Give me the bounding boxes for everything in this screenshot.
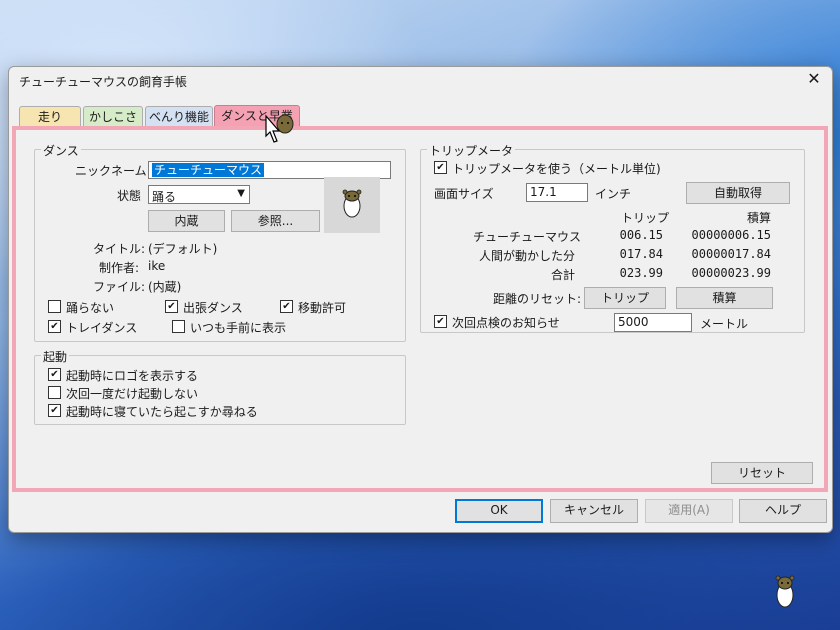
hand-cursor-icon	[265, 114, 294, 143]
close-button[interactable]: ✕	[804, 69, 824, 89]
row-mouse-name: チューチューマウス	[473, 230, 582, 244]
dance-title-label: タイトル:	[93, 242, 146, 256]
window-title: チューチューマウスの飼育手帳	[19, 75, 188, 89]
screen-size-label: 画面サイズ	[434, 187, 494, 201]
show-logo-label: 起動時にロゴを表示する	[66, 369, 199, 383]
startup-legend: 起動	[41, 348, 70, 365]
tab-utility[interactable]: べんり機能	[145, 106, 213, 127]
row-sum-trip: 023.99	[619, 266, 663, 280]
tab-smartness-label: かしこさ	[88, 110, 137, 124]
col-trip-header: トリップ	[621, 211, 670, 225]
col-total-header: 積算	[747, 211, 772, 225]
skip-next-checkbox[interactable]	[48, 386, 61, 399]
notice-value: 5000	[618, 315, 649, 329]
ask-wake-checkbox[interactable]: ✔	[48, 404, 61, 417]
browse-button[interactable]: 参照...	[231, 210, 320, 232]
tab-smartness[interactable]: かしこさ	[83, 106, 143, 127]
trip-legend: トリップメータ	[427, 142, 516, 159]
tray-dance-checkbox[interactable]: ✔	[48, 320, 61, 333]
tray-dance-label: トレイダンス	[66, 321, 138, 335]
notice-label: 次回点検のお知らせ	[452, 316, 560, 330]
reset-trip-button[interactable]: トリップ	[584, 287, 666, 309]
author-value: ike	[148, 259, 166, 273]
chevron-down-icon: ▼	[237, 188, 245, 199]
use-trip-label: トリップメータを使う（メートル単位)	[452, 162, 661, 176]
skip-next-label: 次回一度だけ起動しない	[66, 387, 199, 401]
dance-legend: ダンス	[41, 142, 81, 159]
help-button[interactable]: ヘルプ	[739, 499, 827, 523]
remote-dance-label: 出張ダンス	[183, 301, 243, 315]
ok-button[interactable]: OK	[455, 499, 543, 523]
row-mouse-trip: 006.15	[619, 228, 663, 242]
nickname-value: チューチューマウス	[152, 163, 265, 177]
no-dance-label: 踊らない	[66, 301, 115, 315]
row-sum-name: 合計	[551, 268, 576, 282]
no-dance-checkbox[interactable]	[48, 300, 61, 313]
row-human-total: 00000017.84	[691, 247, 771, 261]
trip-group: トリップメータ ✔ トリップメータを使う（メートル単位) 画面サイズ 17.1 イ…	[420, 142, 805, 333]
reset-button[interactable]: リセット	[711, 462, 813, 484]
notice-input[interactable]: 5000	[614, 313, 692, 332]
allow-move-checkbox[interactable]: ✔	[280, 300, 293, 313]
builtin-button[interactable]: 内蔵	[148, 210, 225, 232]
author-label: 制作者:	[99, 261, 140, 275]
screen-size-value: 17.1	[530, 185, 557, 199]
auto-detect-button[interactable]: 自動取得	[686, 182, 790, 204]
dance-group: ダンス ニックネーム チューチューマウス 状態 踊る ▼ 内蔵 参照... タイ…	[34, 142, 406, 342]
state-label: 状態	[117, 189, 142, 203]
state-value: 踊る	[152, 190, 177, 204]
dance-title-value: (デフォルト)	[148, 242, 218, 256]
reset-total-button[interactable]: 積算	[676, 287, 773, 309]
dance-preview	[324, 177, 380, 233]
hamster-icon[interactable]	[773, 575, 797, 609]
tab-run[interactable]: 走り	[19, 106, 81, 127]
tab-run-label: 走り	[37, 110, 62, 124]
cancel-button[interactable]: キャンセル	[550, 499, 638, 523]
row-mouse-total: 00000006.15	[691, 228, 771, 242]
show-logo-checkbox[interactable]: ✔	[48, 368, 61, 381]
state-select[interactable]: 踊る ▼	[148, 185, 250, 204]
apply-button[interactable]: 適用(A)	[645, 499, 733, 523]
notice-unit: メートル	[700, 317, 749, 331]
screen-size-input[interactable]: 17.1	[526, 183, 588, 202]
file-value: (内蔵)	[148, 280, 182, 294]
always-on-top-checkbox[interactable]	[172, 320, 185, 333]
row-human-name: 人間が動かした分	[479, 249, 576, 263]
ask-wake-label: 起動時に寝ていたら起こすか尋ねる	[66, 405, 258, 419]
hamster-icon	[342, 189, 362, 218]
row-sum-total: 00000023.99	[691, 266, 771, 280]
startup-group: 起動 ✔ 起動時にロゴを表示する 次回一度だけ起動しない ✔ 起動時に寝ていたら起こ…	[34, 348, 406, 425]
file-label: ファイル:	[93, 280, 146, 294]
screen-size-unit: インチ	[595, 187, 632, 201]
tab-panel: ダンス ニックネーム チューチューマウス 状態 踊る ▼ 内蔵 参照... タイ…	[12, 126, 828, 492]
reset-distance-label: 距離のリセット:	[493, 292, 582, 306]
notice-checkbox[interactable]: ✔	[434, 315, 447, 328]
allow-move-label: 移動許可	[298, 301, 347, 315]
tab-utility-label: べんり機能	[148, 110, 209, 124]
always-on-top-label: いつも手前に表示	[190, 321, 287, 335]
dialog-window: チューチューマウスの飼育手帳 ✕ 走り かしこさ べんり機能 ダンスと早業 ダン…	[8, 66, 833, 533]
nickname-label: ニックネーム	[75, 164, 147, 178]
row-human-trip: 017.84	[619, 247, 663, 261]
remote-dance-checkbox[interactable]: ✔	[165, 300, 178, 313]
use-trip-checkbox[interactable]: ✔	[434, 161, 447, 174]
